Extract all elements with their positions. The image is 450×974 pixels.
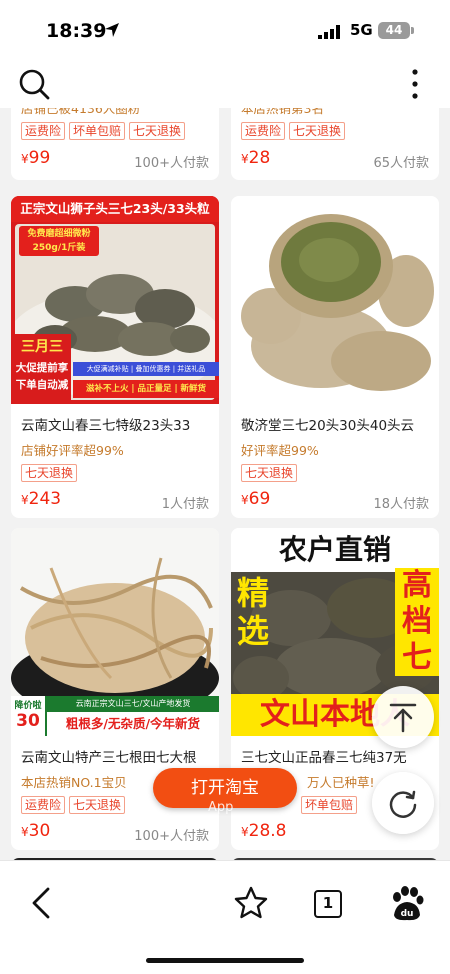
bookmark-star-icon[interactable] xyxy=(231,883,271,923)
card-tags: 运费险 七天退换 xyxy=(21,796,126,814)
image-strip: 云南正宗文山三七/文山产地发货 xyxy=(47,696,219,712)
battery-icon: 44 xyxy=(378,22,410,39)
card-tags: 运费险 坏单包赔 七天退换 xyxy=(21,122,186,140)
card-tag: 七天退换 xyxy=(21,464,78,482)
bottom-toolbar: 1 du xyxy=(0,860,450,974)
product-image xyxy=(231,196,439,404)
image-banner: 正宗文山狮子头三七23头/33头粒 xyxy=(11,196,219,222)
product-card[interactable]: 店铺已被4136人圈粉 运费险 坏单包赔 七天退换 ¥99 100+人付款 xyxy=(11,108,219,180)
card-tag: 运费险 xyxy=(21,796,66,814)
card-subtitle: 店铺已被4136人圈粉 xyxy=(21,108,141,116)
card-tags: 运费险 七天退换 xyxy=(241,122,346,140)
price-value: 30 xyxy=(28,821,51,841)
card-sold-count: 18人付款 xyxy=(373,497,429,512)
image-side-text: 精选 xyxy=(236,574,269,650)
currency-symbol: ¥ xyxy=(241,152,249,166)
card-tags: 七天退换 xyxy=(241,464,298,482)
image-headline: 农户直销 xyxy=(231,528,439,572)
card-title: 敬济堂三七20头30头40头云 xyxy=(241,418,415,434)
card-sold-count: 65人付款 xyxy=(373,156,429,171)
location-arrow-icon xyxy=(105,23,119,37)
image-badge: 免费磨超细微粉 250g/1斤装 xyxy=(19,226,99,256)
card-price: ¥69 xyxy=(241,489,270,509)
svg-text:du: du xyxy=(401,909,414,919)
card-title: 云南文山春三七特级23头33 xyxy=(21,418,191,434)
card-sold-count: 1人付款 xyxy=(161,497,209,512)
currency-symbol: ¥ xyxy=(21,493,29,507)
card-sold-count: 100+人付款 xyxy=(134,156,209,171)
promo-title: 三月三 xyxy=(21,339,63,355)
root-photo-graphic xyxy=(241,214,434,391)
image-strip: 大促满减补贴 | 叠加优惠券 | 并送礼品 xyxy=(73,362,219,376)
card-tag: 七天退换 xyxy=(289,122,346,140)
card-title: 云南文山特产三七根田七大根 xyxy=(21,750,197,766)
image-strip: 滋补不上火 | 品正量足 | 新鲜货 xyxy=(73,380,219,398)
status-bar: 18:39 5G 44 xyxy=(0,0,450,58)
card-sold-count: 100+人付款 xyxy=(134,829,209,844)
currency-symbol: ¥ xyxy=(241,825,249,839)
currency-symbol: ¥ xyxy=(21,825,29,839)
card-price: ¥28 xyxy=(241,148,270,168)
tabs-button[interactable]: 1 xyxy=(308,883,348,923)
currency-symbol: ¥ xyxy=(241,493,249,507)
product-card[interactable]: 正宗文山狮子头三七23头/33头粒 免费磨超细微粉 250g/1斤装 三月三 大… xyxy=(11,196,219,518)
price-value: 99 xyxy=(28,148,51,168)
product-card[interactable]: 敬济堂三七20头30头40头云 好评率超99% 七天退换 ¥69 18人付款 xyxy=(231,196,439,518)
battery-tip xyxy=(411,27,414,34)
card-tags: 七天退换 xyxy=(21,464,78,482)
price-value: 243 xyxy=(28,489,62,509)
app-hint-text: App xyxy=(208,800,234,815)
image-side-text: 高档七 xyxy=(395,568,439,676)
card-tag: 运费险 xyxy=(241,122,286,140)
card-subtitle: 店铺好评率超99% xyxy=(21,443,124,458)
signal-icon xyxy=(318,25,340,39)
corner-label: 降价啦 xyxy=(14,701,42,711)
home-indicator xyxy=(146,958,304,963)
top-nav xyxy=(0,58,450,108)
card-subtitle: 本店热销第3名 xyxy=(241,108,324,116)
card-title: 三七文山正品春三七纯37无 xyxy=(241,750,407,766)
image-promo: 三月三 大促提前享 下单自动减 xyxy=(13,334,71,404)
status-time: 18:39 xyxy=(46,20,107,42)
card-price: ¥28.8 xyxy=(241,821,287,841)
card-tag: 运费险 xyxy=(21,122,66,140)
price-value: 28.8 xyxy=(248,821,287,841)
network-type: 5G xyxy=(350,21,373,39)
card-tags: 坏单包赔 xyxy=(301,796,358,814)
promo-line: 大促提前享 xyxy=(15,362,69,374)
corner-value: 30 xyxy=(16,711,40,731)
refresh-button[interactable] xyxy=(372,772,434,834)
back-icon[interactable] xyxy=(22,883,62,923)
product-card[interactable]: 本店热销第3名 运费险 七天退换 ¥28 65人付款 xyxy=(231,108,439,180)
tab-count: 1 xyxy=(314,890,342,918)
back-to-top-button[interactable] xyxy=(372,686,434,748)
card-tag: 坏单包赔 xyxy=(301,796,358,814)
card-price: ¥99 xyxy=(21,148,50,168)
search-icon[interactable] xyxy=(18,68,50,100)
price-value: 28 xyxy=(248,148,271,168)
refresh-icon xyxy=(389,790,417,818)
card-tag: 七天退换 xyxy=(129,122,186,140)
currency-symbol: ¥ xyxy=(21,152,29,166)
arrow-up-icon xyxy=(389,703,417,733)
card-subtitle: 好评率超99% xyxy=(241,443,319,458)
card-price: ¥30 xyxy=(21,821,50,841)
baidu-paw-icon[interactable]: du xyxy=(386,883,426,923)
card-tag: 坏单包赔 xyxy=(69,122,126,140)
product-image: 降价啦 30 云南正宗文山三七/文山产地发货 粗根多/无杂质/今年新货 xyxy=(11,528,219,736)
price-value: 69 xyxy=(248,489,271,509)
card-tag: 七天退换 xyxy=(241,464,298,482)
promo-line: 下单自动减 xyxy=(15,379,69,391)
image-strip: 粗根多/无杂质/今年新货 xyxy=(47,712,219,736)
card-price: ¥243 xyxy=(21,489,61,509)
product-image: 正宗文山狮子头三七23头/33头粒 免费磨超细微粉 250g/1斤装 三月三 大… xyxy=(11,196,219,404)
card-tag: 七天退换 xyxy=(69,796,126,814)
more-menu-icon[interactable] xyxy=(407,68,423,100)
image-corner: 降价啦 30 xyxy=(11,696,47,736)
